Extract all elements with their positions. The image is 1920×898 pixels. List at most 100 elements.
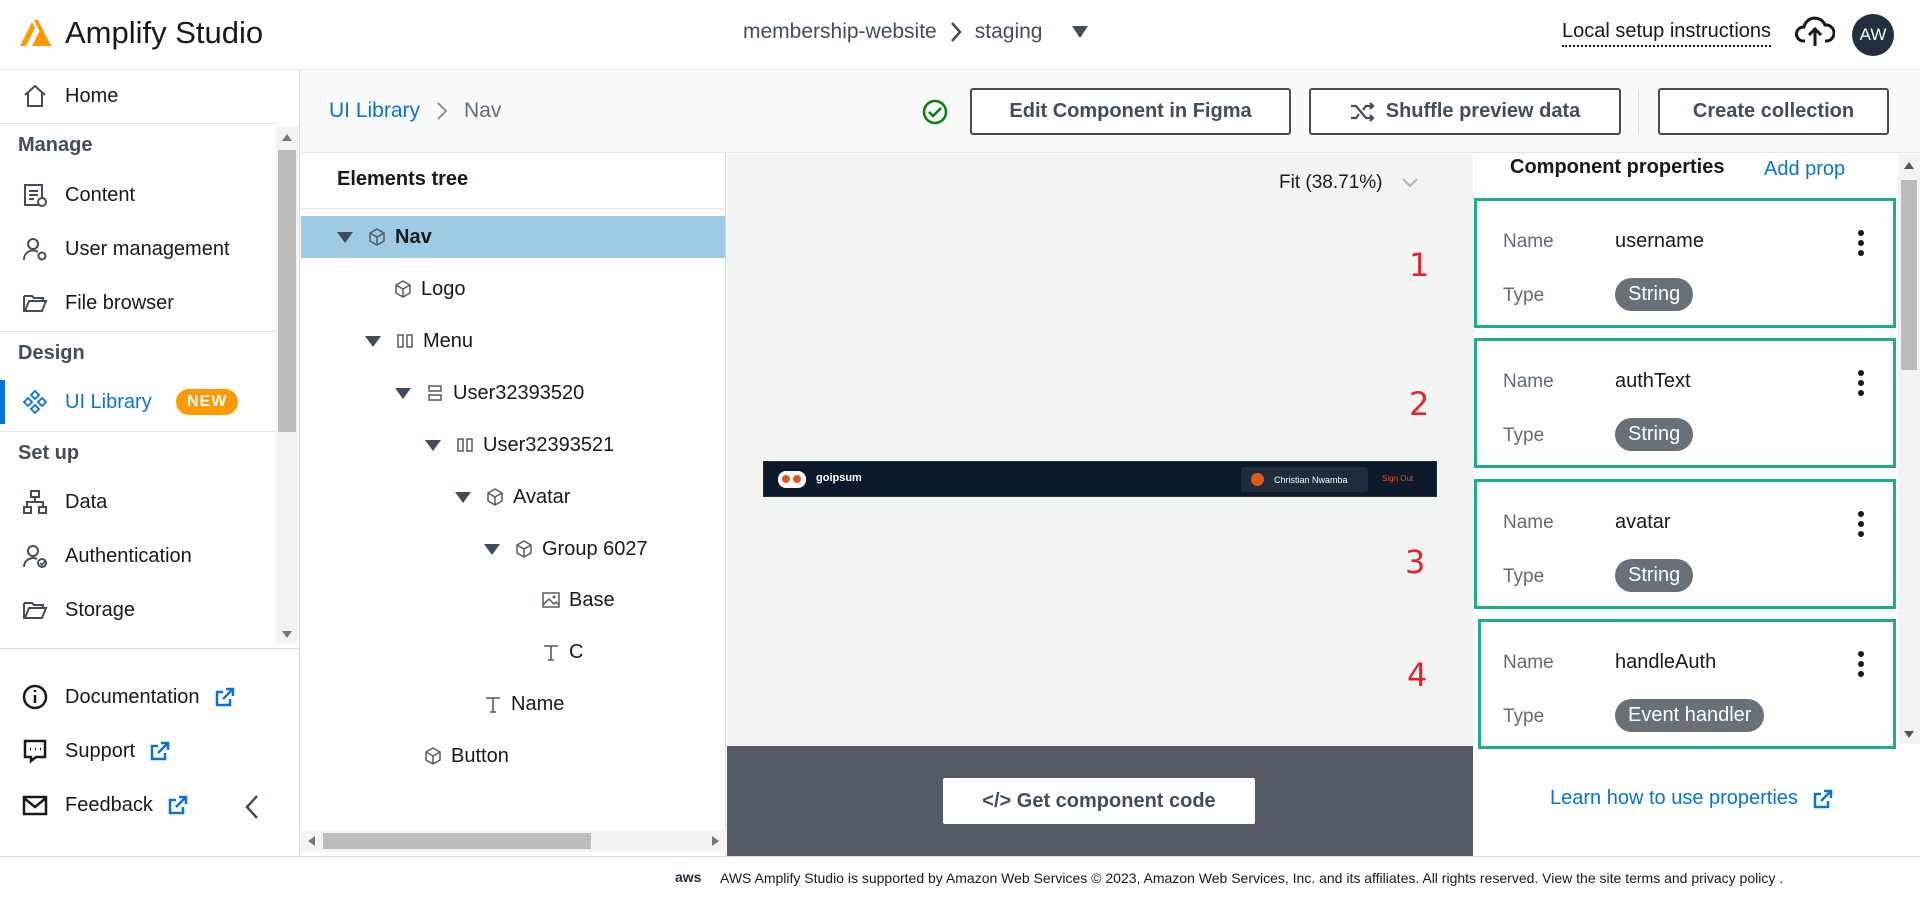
- cube-icon: [425, 747, 441, 765]
- tree-node-c[interactable]: C: [541, 631, 583, 673]
- scroll-left-arrow[interactable]: [308, 836, 315, 846]
- caret-down-icon[interactable]: [337, 231, 353, 243]
- chevron-right-icon: [950, 22, 962, 42]
- property-type-badge: String: [1615, 278, 1694, 311]
- nav-data[interactable]: Data: [0, 476, 276, 528]
- chevron-down-icon: [1402, 178, 1419, 188]
- tree-node-label: Nav: [395, 225, 432, 248]
- scroll-down-arrow[interactable]: [1904, 731, 1914, 738]
- tree-node-menu[interactable]: Menu: [365, 320, 473, 362]
- scroll-down-arrow[interactable]: [282, 631, 292, 638]
- properties-scrollbar[interactable]: [1898, 154, 1920, 744]
- nav-section-design: Design: [18, 342, 85, 364]
- columns-icon: [457, 438, 473, 452]
- nav-scrollbar[interactable]: [276, 126, 298, 644]
- more-options-icon[interactable]: [1857, 510, 1865, 538]
- local-setup-link[interactable]: Local setup instructions: [1562, 20, 1772, 47]
- add-prop-button[interactable]: Add prop: [1764, 158, 1845, 181]
- breadcrumb-ui-library[interactable]: UI Library: [329, 99, 420, 123]
- tree-node-label: C: [569, 640, 584, 663]
- tree-divider: [301, 208, 726, 209]
- code-bar: </> Get component code: [727, 746, 1473, 856]
- caret-down-icon[interactable]: [425, 439, 441, 451]
- user-avatar[interactable]: AW: [1852, 14, 1894, 56]
- shuffle-preview-button[interactable]: Shuffle preview data: [1309, 88, 1621, 135]
- get-component-code-button[interactable]: </> Get component code: [943, 778, 1255, 824]
- scroll-thumb[interactable]: [278, 150, 296, 432]
- caret-down-icon[interactable]: [455, 491, 471, 503]
- more-options-icon[interactable]: [1857, 650, 1865, 678]
- tree-node-label: Button: [451, 744, 509, 767]
- caret-down-icon[interactable]: [484, 543, 500, 555]
- content-icon: [24, 184, 47, 207]
- nav-section-manage: Manage: [18, 134, 93, 156]
- external-link-icon: [168, 795, 188, 815]
- chevron-right-icon: [437, 102, 448, 120]
- tree-horizontal-scrollbar[interactable]: [301, 830, 726, 852]
- nav-file-browser[interactable]: File browser: [0, 277, 276, 329]
- nav-divider: [0, 123, 276, 124]
- tree-node-label: User32393521: [483, 433, 615, 456]
- property-name: authText: [1615, 370, 1691, 392]
- support-text: Support: [65, 739, 136, 762]
- footer-text: AWS Amplify Studio is supported by Amazo…: [720, 870, 1784, 886]
- tree-node-user32393520[interactable]: User32393520: [395, 372, 584, 414]
- edit-in-figma-button[interactable]: Edit Component in Figma: [970, 88, 1291, 135]
- property-card[interactable]: Name avatar Type String: [1474, 479, 1896, 609]
- nav-storage[interactable]: Storage: [0, 584, 276, 636]
- footer: aws AWS Amplify Studio is supported by A…: [0, 856, 1920, 898]
- nav-home[interactable]: Home: [0, 70, 276, 122]
- shuffle-icon: [1350, 101, 1375, 122]
- nav-content[interactable]: Content: [0, 169, 276, 221]
- cloud-upload-icon[interactable]: [1795, 15, 1835, 49]
- collapse-nav-icon[interactable]: [243, 793, 261, 821]
- property-name: handleAuth: [1615, 651, 1717, 673]
- property-type-badge: Event handler: [1615, 699, 1765, 732]
- support-chat-icon: [23, 739, 47, 764]
- more-options-icon[interactable]: [1857, 229, 1865, 257]
- nav-content-label: Content: [65, 183, 136, 206]
- caret-down-icon[interactable]: [365, 335, 381, 347]
- zoom-select[interactable]: Fit (38.71%): [1279, 172, 1419, 194]
- component-icon: [22, 389, 48, 415]
- preview-avatar: [1251, 473, 1264, 486]
- nav-divider: [0, 648, 300, 649]
- name-label: Name: [1503, 231, 1554, 252]
- caret-down-icon[interactable]: [1072, 26, 1089, 38]
- scroll-thumb[interactable]: [323, 833, 591, 849]
- tree-node-nav[interactable]: Nav: [301, 216, 725, 258]
- tree-node-avatar[interactable]: Avatar: [455, 476, 570, 518]
- tree-node-group-6027[interactable]: Group 6027: [484, 528, 648, 570]
- tree-node-name[interactable]: Name: [483, 683, 564, 725]
- caret-down-icon[interactable]: [395, 387, 411, 399]
- tree-node-logo[interactable]: Logo: [393, 268, 466, 310]
- tree-node-base[interactable]: Base: [541, 579, 615, 621]
- scroll-up-arrow[interactable]: [282, 134, 292, 141]
- app-title: Amplify Studio: [65, 15, 264, 50]
- environment-selector[interactable]: membership-website staging: [743, 20, 1089, 44]
- nav-feedback[interactable]: Feedback: [0, 779, 276, 831]
- property-card[interactable]: Name handleAuth Type Event handler: [1478, 619, 1896, 749]
- scroll-up-arrow[interactable]: [1904, 162, 1914, 169]
- nav-user-management[interactable]: User management: [0, 223, 276, 275]
- tree-node-user32393521[interactable]: User32393521: [425, 424, 614, 466]
- create-collection-button[interactable]: Create collection: [1658, 88, 1889, 135]
- learn-properties-text: Learn how to use properties: [1550, 787, 1798, 809]
- more-options-icon[interactable]: [1857, 369, 1865, 397]
- tree-node-button[interactable]: Button: [423, 735, 509, 777]
- property-card[interactable]: Name authText Type String: [1474, 338, 1896, 468]
- nav-documentation[interactable]: Documentation: [0, 671, 276, 723]
- columns-icon: [397, 334, 413, 348]
- nav-authentication[interactable]: Authentication: [0, 530, 276, 582]
- elements-tree-title: Elements tree: [337, 168, 469, 190]
- property-card[interactable]: Name username Type String: [1474, 198, 1896, 328]
- cube-icon: [369, 228, 385, 246]
- learn-properties-link[interactable]: Learn how to use properties: [1550, 787, 1834, 810]
- tree-node-label: Avatar: [513, 485, 571, 508]
- nav-ui-library[interactable]: UI Library NEW: [0, 376, 276, 428]
- scroll-thumb[interactable]: [1901, 180, 1917, 370]
- nav-support[interactable]: Support: [0, 725, 276, 777]
- user-settings-icon: [23, 238, 47, 261]
- scroll-right-arrow[interactable]: [712, 836, 719, 846]
- tree-node-label: Name: [511, 692, 565, 715]
